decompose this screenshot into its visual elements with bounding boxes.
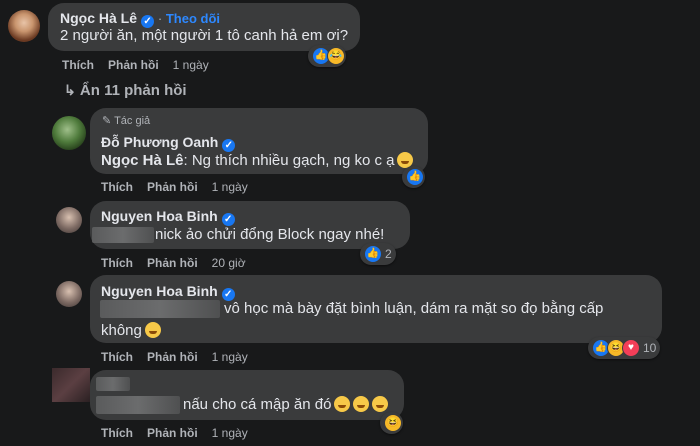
like-button[interactable]: Thích — [101, 256, 133, 270]
reaction-summary[interactable]: 👍 — [402, 166, 425, 188]
like-button[interactable]: Thích — [62, 58, 94, 72]
hide-replies-link[interactable]: ↳ Ẩn 11 phản hồi — [64, 82, 187, 99]
like-button[interactable]: Thích — [101, 180, 133, 194]
reply-arrow-icon: ↳ — [64, 82, 76, 98]
verified-icon: ✓ — [221, 213, 235, 226]
reply-button[interactable]: Phản hồi — [147, 256, 198, 270]
avatar-ngoc-ha-le[interactable] — [8, 10, 40, 42]
haha-reaction-icon: 😂 — [327, 47, 345, 65]
author-badge: Tác giả — [114, 115, 151, 127]
commenter-name[interactable]: Nguyen Hoa Binh — [101, 283, 218, 299]
reaction-summary[interactable]: 👍 😆 ♥ 10 — [588, 337, 661, 359]
timestamp[interactable]: 20 giờ — [212, 256, 246, 270]
like-button[interactable]: Thích — [101, 426, 133, 440]
comment-text-continued: không — [101, 322, 142, 339]
avatar-nguyen-hoa-binh[interactable] — [56, 207, 82, 233]
timestamp[interactable]: 1 ngày — [212, 350, 248, 364]
grin-emoji-icon — [372, 396, 389, 412]
comment-text: 2 người ăn, một người 1 tô canh hả em ơi… — [60, 27, 349, 44]
commenter-name[interactable]: Đỗ Phương Oanh — [101, 134, 218, 150]
reply-button[interactable]: Phản hồi — [147, 426, 198, 440]
comment-text: nấu cho cá mập ăn đó — [183, 396, 332, 413]
like-reaction-icon: 👍 — [406, 168, 424, 186]
follow-link[interactable]: Theo dõi — [166, 11, 220, 26]
redacted-text — [96, 396, 180, 414]
love-reaction-icon: ♥ — [622, 339, 640, 357]
redacted-text — [100, 300, 220, 318]
reply-button[interactable]: Phản hồi — [147, 350, 198, 364]
commenter-name[interactable]: Ngọc Hà Lê — [60, 10, 137, 26]
reaction-summary[interactable]: 👍 😂 — [308, 45, 346, 67]
comment-text: nick ảo chửi đổng Block ngay nhé! — [155, 226, 385, 243]
avatar-do-phuong-oanh[interactable] — [52, 116, 86, 150]
reply-button[interactable]: Phản hồi — [108, 58, 159, 72]
reaction-count: 2 — [385, 247, 392, 261]
comment-text: vô học mà bày đặt bình luận, dám ra mặt … — [224, 300, 604, 317]
reaction-summary[interactable]: 👍 2 — [360, 243, 396, 265]
timestamp[interactable]: 1 ngày — [173, 58, 209, 72]
comment-text: : Ng thích nhiều gạch, ng ko c ạ — [183, 152, 395, 169]
grin-emoji-icon — [334, 396, 351, 412]
reaction-count: 10 — [643, 341, 657, 355]
timestamp[interactable]: 1 ngày — [212, 426, 248, 440]
grin-emoji-icon — [144, 322, 161, 338]
timestamp[interactable]: 1 ngày — [212, 180, 248, 194]
avatar-nguyen-hoa-binh[interactable] — [56, 281, 82, 307]
reply-button[interactable]: Phản hồi — [147, 180, 198, 194]
like-reaction-icon: 👍 — [364, 245, 382, 263]
mention-link[interactable]: Ngọc Hà Lê — [101, 152, 184, 169]
verified-icon: ✓ — [222, 139, 236, 152]
commenter-name[interactable]: Nguyen Hoa Binh — [101, 208, 218, 224]
reaction-summary[interactable]: 😆 — [380, 412, 403, 434]
like-button[interactable]: Thích — [101, 350, 133, 364]
grin-emoji-icon — [353, 396, 370, 412]
redacted-text — [92, 227, 154, 243]
pencil-icon: ✎ — [102, 115, 112, 127]
redacted-name — [96, 377, 130, 391]
avatar-redacted[interactable] — [52, 368, 90, 402]
haha-reaction-icon: 😆 — [384, 414, 402, 432]
